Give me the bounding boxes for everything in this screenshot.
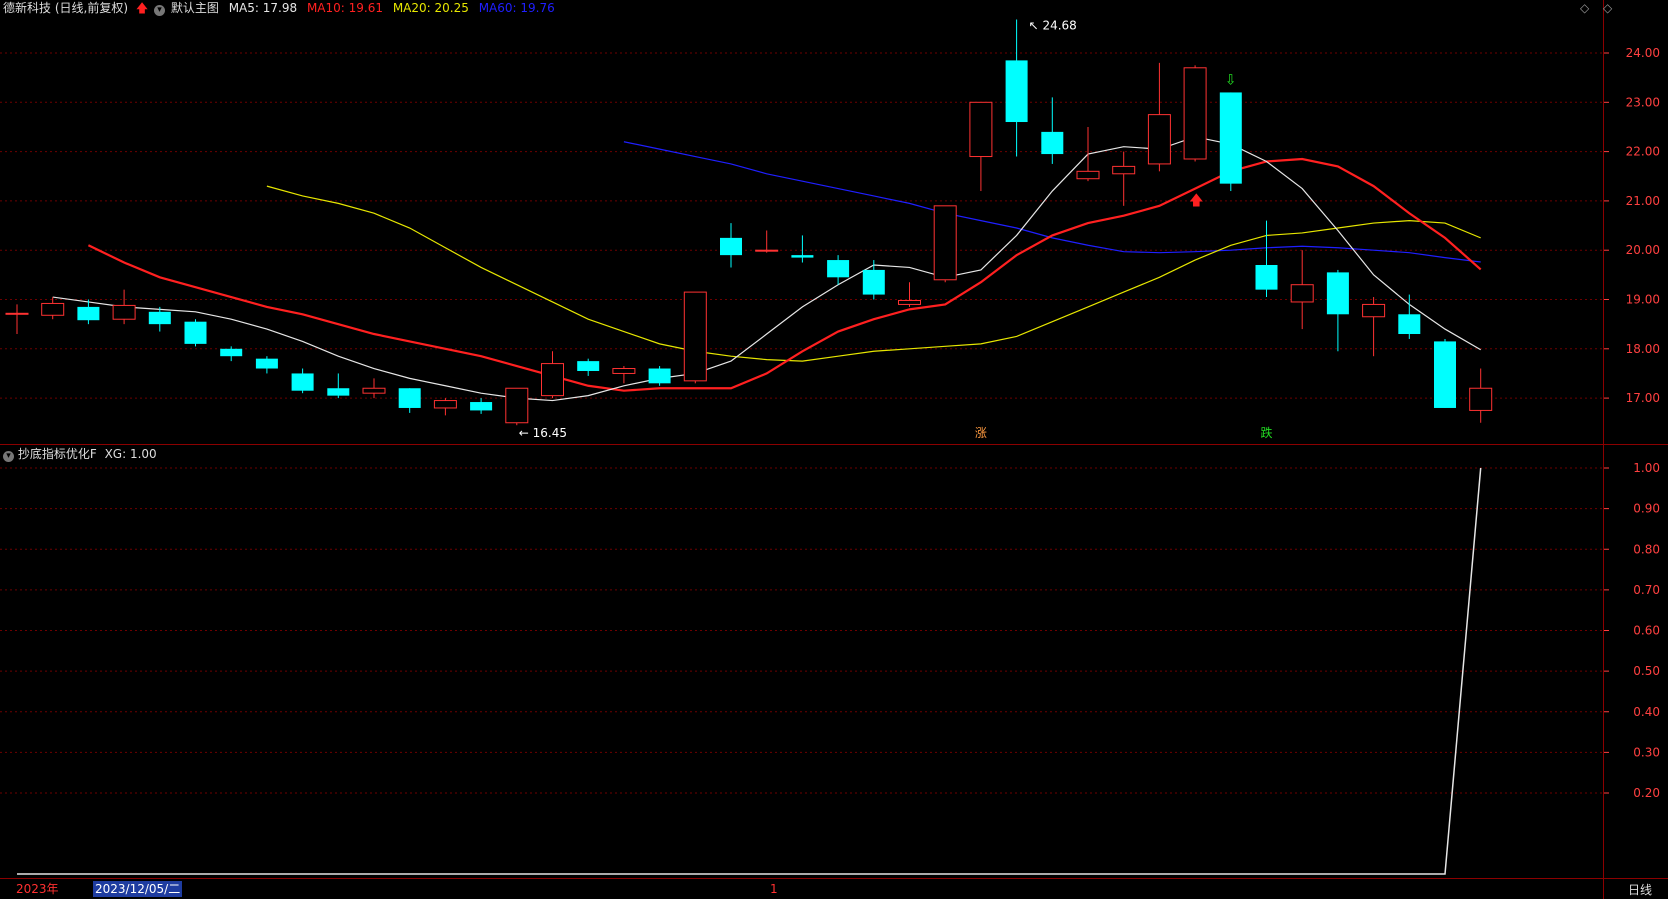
period-button[interactable]: 日线 xyxy=(1628,882,1652,898)
candle-body-up xyxy=(1183,67,1207,160)
candle-body-down xyxy=(255,358,278,369)
candle-body-up xyxy=(969,101,993,158)
sub-tick-label: 1.00 xyxy=(1633,461,1660,475)
expand-panel-icon[interactable]: ◇ xyxy=(1603,0,1612,16)
candle-body-up xyxy=(612,368,636,374)
candle-body-down xyxy=(862,269,885,295)
candle-body-up xyxy=(1076,170,1100,180)
sub-tick-label: 0.70 xyxy=(1633,583,1660,597)
rise-signal-label: 涨 xyxy=(975,425,987,440)
candle-body-up xyxy=(41,302,65,316)
candle-body-up xyxy=(755,249,779,252)
main-chart-header: 德新科技 (日线,前复权) 🡅 ▾ 默认主图 MA5: 17.98 MA10: … xyxy=(3,0,555,16)
grid-layer xyxy=(0,52,1603,794)
candle-body-down xyxy=(220,348,243,357)
candle-body-down xyxy=(648,368,671,384)
period-adjust-label[interactable]: (日线,前复权) xyxy=(55,1,128,15)
candle-body-down xyxy=(577,361,600,371)
template-label[interactable]: 默认主图 xyxy=(171,1,219,15)
candle-body-down xyxy=(398,388,421,408)
candle-body-up xyxy=(5,312,29,315)
sub-tick-label: 0.80 xyxy=(1633,542,1660,556)
sub-indicator-title[interactable]: 抄底指标优化F xyxy=(18,447,97,461)
sub-tick-label: 0.40 xyxy=(1633,705,1660,719)
price-tick-label: 23.00 xyxy=(1626,95,1660,109)
candle-body-down xyxy=(327,388,350,396)
red-up-arrow-icon: 🡅 xyxy=(135,1,149,15)
year-label: 2023年 xyxy=(16,882,59,896)
candle-body-down xyxy=(291,373,314,391)
price-tick-label: 22.00 xyxy=(1626,145,1660,159)
candle-body-down xyxy=(148,311,171,325)
low-price-marker: ← 16.45 xyxy=(519,426,567,440)
stock-name[interactable]: 德新科技 xyxy=(3,1,51,15)
candle-body-up xyxy=(433,400,457,409)
maximize-icon[interactable]: ◇ xyxy=(1580,0,1589,16)
candle-body-down xyxy=(1041,131,1064,155)
price-tick-label: 18.00 xyxy=(1626,342,1660,356)
sub-dropdown-icon[interactable]: ▾ xyxy=(3,451,14,462)
high-price-marker: ↖ 24.68 xyxy=(1029,18,1077,32)
candle-body-up xyxy=(1147,114,1171,165)
candle-body-up xyxy=(1469,387,1493,411)
candle-body-up xyxy=(362,387,386,394)
ma10-legend[interactable]: MA10: 19.61 xyxy=(307,1,383,15)
buy-arrow-icon: 🡅 xyxy=(1189,193,1203,209)
candle-body-down xyxy=(184,321,207,344)
sell-arrow-icon: ⇩ xyxy=(1225,72,1237,88)
cursor-date-label: 2023/12/05/二 xyxy=(93,881,183,897)
candle-body-down xyxy=(470,402,493,411)
xg-value-label: XG: 1.00 xyxy=(104,447,157,461)
candle-body-down xyxy=(1219,92,1242,184)
month-marker: 1 xyxy=(770,882,778,896)
price-tick-label: 24.00 xyxy=(1626,46,1660,60)
candle-body-up xyxy=(1112,165,1136,175)
candle-body-down xyxy=(77,306,100,321)
price-tick-label: 20.00 xyxy=(1626,243,1660,257)
candle-body-down xyxy=(1255,264,1278,290)
candle-body-up xyxy=(933,205,957,281)
timeline-divider xyxy=(0,878,1668,879)
sub-tick-label: 0.30 xyxy=(1633,745,1660,759)
candle-body-down xyxy=(720,237,742,256)
sub-tick-label: 0.50 xyxy=(1633,664,1660,678)
sub-tick-label: 0.20 xyxy=(1633,786,1660,800)
template-dropdown-icon[interactable]: ▾ xyxy=(154,5,166,16)
candle-body-up xyxy=(505,387,529,424)
candle-body-up xyxy=(112,304,136,320)
fall-signal-label: 跌 xyxy=(1261,425,1273,440)
candle-body-down xyxy=(827,260,850,278)
candle-body-up xyxy=(683,291,707,382)
ma20-legend[interactable]: MA20: 20.25 xyxy=(393,1,469,15)
price-tick-label: 17.00 xyxy=(1626,391,1660,405)
candle-body-down xyxy=(791,255,814,258)
candle-body-down xyxy=(1434,341,1456,408)
axis-divider xyxy=(1603,0,1604,899)
chart-stage[interactable]: 24.00 23.00 22.00 21.00 20.00 19.00 18.00 17.00… xyxy=(0,0,1668,899)
candle-body-down xyxy=(1326,272,1349,315)
sub-tick-label: 0.90 xyxy=(1633,502,1660,516)
ma5-legend[interactable]: MA5: 17.98 xyxy=(229,1,297,15)
price-tick-label: 19.00 xyxy=(1626,293,1660,307)
price-tick-label: 21.00 xyxy=(1626,194,1660,208)
candlestick-layer[interactable] xyxy=(5,19,1493,426)
ma60-legend[interactable]: MA60: 19.76 xyxy=(479,1,555,15)
candle-body-down xyxy=(1005,60,1028,123)
sub-tick-label: 0.60 xyxy=(1633,624,1660,638)
candle-body-up xyxy=(1362,303,1386,318)
sub-chart-header: ▾ 抄底指标优化F XG: 1.00 xyxy=(3,446,157,462)
candle-body-up xyxy=(898,299,921,305)
candle-body-down xyxy=(1398,314,1421,335)
candle-body-up xyxy=(541,363,564,397)
panel-divider[interactable] xyxy=(0,444,1668,445)
candle-body-up xyxy=(1290,284,1314,303)
